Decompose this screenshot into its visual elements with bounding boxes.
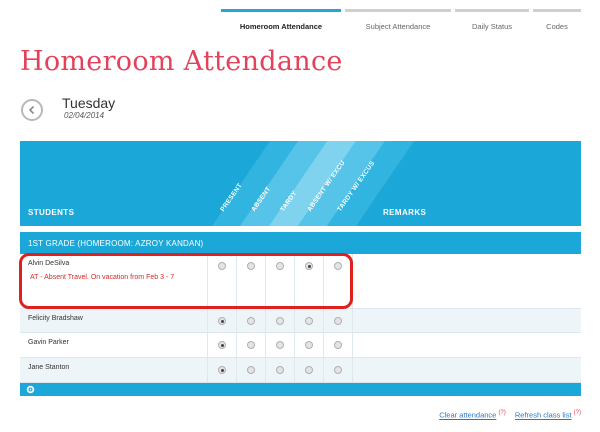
tardy-radio[interactable]: [276, 366, 284, 374]
remarks-cell[interactable]: [352, 254, 581, 308]
remarks-cell[interactable]: [352, 333, 581, 357]
chevron-left-icon: [28, 105, 35, 115]
absent-excused-radio[interactable]: [305, 317, 313, 325]
table-footer: [20, 383, 581, 396]
clear-attendance-link[interactable]: Clear attendance: [439, 411, 496, 420]
current-date: 02/04/2014: [64, 111, 105, 120]
table-row: Gavin Parker: [20, 333, 581, 358]
students-column-header: STUDENTS: [28, 208, 75, 217]
absent-radio[interactable]: [247, 341, 255, 349]
student-cell: Gavin Parker: [20, 333, 207, 357]
student-name: Felicity Bradshaw: [28, 315, 83, 322]
tardy-radio[interactable]: [276, 317, 284, 325]
present-radio[interactable]: [218, 341, 226, 349]
tab-homeroom-attendance[interactable]: Homeroom Attendance: [221, 9, 341, 31]
group-header: 1ST GRADE (HOMEROOM: AZROY KANDAN): [20, 232, 581, 254]
tardy-excused-radio[interactable]: [334, 366, 342, 374]
tardy-excused-radio[interactable]: [334, 341, 342, 349]
present-radio[interactable]: [218, 366, 226, 374]
table-row: Felicity Bradshaw: [20, 309, 581, 333]
student-cell: Jane Stanton: [20, 358, 207, 382]
previous-day-button[interactable]: [21, 99, 43, 121]
tab-subject-attendance[interactable]: Subject Attendance: [345, 9, 451, 31]
absent-radio[interactable]: [247, 317, 255, 325]
student-name: Jane Stanton: [28, 364, 70, 371]
highlight-annotation: [19, 253, 353, 309]
absent-excused-radio[interactable]: [305, 341, 313, 349]
help-icon[interactable]: (?): [498, 410, 505, 416]
page-title: Homeroom Attendance: [20, 46, 343, 77]
present-radio[interactable]: [218, 317, 226, 325]
student-name: Gavin Parker: [28, 339, 69, 346]
absent-radio[interactable]: [247, 366, 255, 374]
gear-icon[interactable]: [26, 385, 35, 394]
absent-excused-radio[interactable]: [305, 366, 313, 374]
current-day: Tuesday: [62, 95, 116, 111]
tab-codes[interactable]: Codes: [533, 9, 581, 31]
header-stripes: [212, 141, 414, 226]
attendance-tabs: Homeroom Attendance Subject Attendance D…: [221, 9, 581, 31]
table-row: Jane Stanton: [20, 358, 581, 383]
remarks-column-header: REMARKS: [383, 208, 427, 217]
remarks-cell[interactable]: [352, 309, 581, 332]
footer-links: Clear attendance (?) Refresh class list …: [439, 410, 588, 420]
help-icon[interactable]: (?): [574, 410, 581, 416]
student-cell: Felicity Bradshaw: [20, 309, 207, 332]
table-header: STUDENTS PRESENT ABSENT TARDY ABSENT W/ …: [20, 141, 581, 226]
tab-daily-status[interactable]: Daily Status: [455, 9, 529, 31]
remarks-cell[interactable]: [352, 358, 581, 382]
tardy-radio[interactable]: [276, 341, 284, 349]
refresh-class-list-link[interactable]: Refresh class list: [515, 411, 572, 420]
tardy-excused-radio[interactable]: [334, 317, 342, 325]
